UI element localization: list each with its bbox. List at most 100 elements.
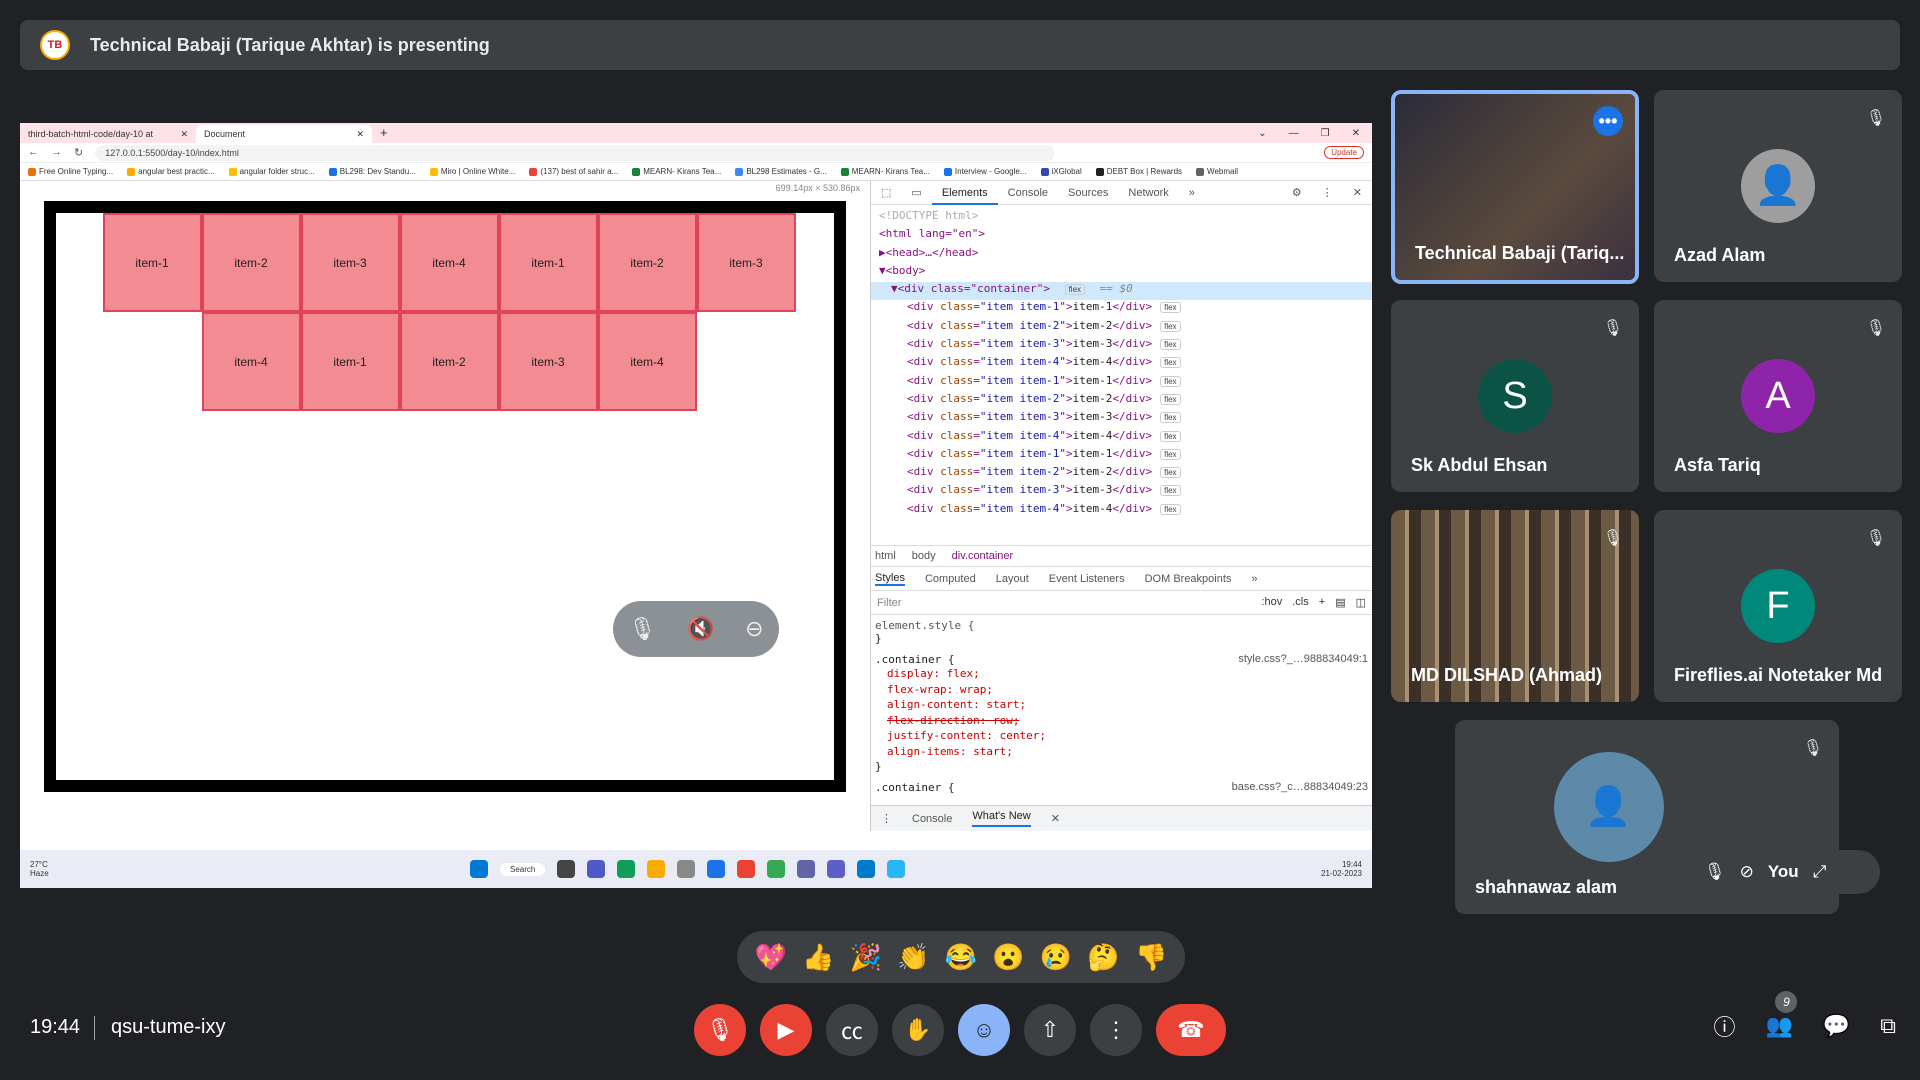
flex-badge[interactable]: flex (1160, 393, 1181, 405)
bookmark-item[interactable]: iXGlobal (1040, 167, 1082, 176)
raise-hand-button[interactable]: ✋ (892, 1004, 944, 1056)
bookmark-item[interactable]: MEARN- Kirans Tea... (840, 167, 930, 176)
css-property[interactable]: display: flex; (875, 666, 1368, 682)
more-tabs[interactable]: » (1251, 573, 1257, 585)
more-options-button[interactable]: ••• (1593, 106, 1623, 136)
crumb-container[interactable]: div.container (952, 550, 1014, 562)
css-property[interactable]: align-content: start; (875, 697, 1368, 713)
dom-child-node[interactable]: <div class="item item-1">item-1</div> fle… (879, 447, 1372, 465)
bookmark-item[interactable]: BL298: Dev Standu... (328, 167, 416, 176)
meeting-code[interactable]: qsu-tume-ixy (111, 1016, 225, 1039)
crumb-body[interactable]: body (912, 550, 936, 562)
filter-input[interactable]: Filter (877, 597, 901, 609)
css-property[interactable]: align-items: start; (875, 744, 1368, 760)
tab-computed[interactable]: Computed (925, 573, 976, 585)
camera-toggle-button[interactable]: ▶ (760, 1004, 812, 1056)
flex-badge[interactable]: flex (1160, 320, 1181, 332)
flex-badge[interactable]: flex (1160, 412, 1181, 424)
minimize-icon[interactable]: — (1289, 128, 1299, 139)
flex-badge[interactable]: flex (1160, 485, 1181, 497)
flex-badge[interactable]: flex (1160, 503, 1181, 515)
css-property[interactable]: justify-content: center; (875, 728, 1368, 744)
close-icon[interactable]: ✕ (356, 129, 364, 140)
dom-body[interactable]: ▼<body> (879, 264, 1372, 282)
vscode-icon[interactable] (857, 860, 876, 878)
bookmark-item[interactable]: (137) best of sahir a... (529, 167, 618, 176)
chrome-dev-icon[interactable] (767, 860, 786, 878)
flex-badge[interactable]: flex (1160, 357, 1181, 369)
captions-button[interactable]: ㏄ (826, 1004, 878, 1056)
dom-child-node[interactable]: <div class="item item-1">item-1</div> fle… (879, 300, 1372, 318)
mail-icon[interactable] (707, 860, 726, 878)
reaction-sad[interactable]: 😢 (1040, 942, 1072, 973)
dom-child-node[interactable]: <div class="item item-2">item-2</div> fle… (879, 392, 1372, 410)
forward-icon[interactable]: → (51, 146, 62, 159)
mic-toggle-button[interactable]: 🎙 (694, 1004, 746, 1056)
info-icon[interactable]: ⓘ (1713, 1010, 1735, 1042)
tab-styles[interactable]: Styles (875, 572, 905, 586)
rule-source-link[interactable]: style.css?_…988834049:1 (1238, 653, 1368, 665)
taskbar-clock[interactable]: 19:44 21-02-2023 (1321, 860, 1362, 878)
chat-icon[interactable] (587, 860, 606, 878)
flex-badge[interactable]: flex (1160, 339, 1181, 351)
file-explorer-icon[interactable] (647, 860, 666, 878)
back-icon[interactable]: ← (28, 146, 39, 159)
bookmark-item[interactable]: BL298 Estimates - G... (735, 167, 827, 176)
dom-container[interactable]: ▼<div class="container"> flex == $0 (871, 282, 1372, 301)
browser-tab-document[interactable]: Document ✕ (196, 125, 372, 143)
bookmark-item[interactable]: angular best practic... (127, 167, 215, 176)
close-icon[interactable]: ✕ (1352, 128, 1360, 139)
mic-off-icon[interactable]: 🎙 (628, 616, 656, 642)
reactions-button[interactable]: ☺ (958, 1004, 1010, 1056)
reaction-laugh[interactable]: 😂 (945, 942, 977, 973)
participant-tile[interactable]: 🎙 S Sk Abdul Ehsan (1391, 300, 1639, 492)
cls-toggle[interactable]: .cls (1292, 596, 1309, 609)
present-button[interactable]: ⇧ (1024, 1004, 1076, 1056)
tab-event-listeners[interactable]: Event Listeners (1049, 573, 1125, 585)
close-icon[interactable]: ✕ (1051, 812, 1060, 825)
taskbar-search[interactable]: Search (500, 862, 546, 876)
dom-child-node[interactable]: <div class="item item-3">item-3</div> fle… (879, 483, 1372, 501)
chrome-icon[interactable] (737, 860, 756, 878)
bookmark-item[interactable]: Webmail (1196, 167, 1238, 176)
chevron-down-icon[interactable]: ⌄ (1258, 128, 1266, 139)
tab-console[interactable]: Console (998, 181, 1058, 205)
dom-child-node[interactable]: <div class="item item-2">item-2</div> fle… (879, 319, 1372, 337)
close-icon[interactable]: ✕ (180, 129, 188, 140)
volume-off-icon[interactable]: 🔇 (687, 616, 714, 642)
dom-child-node[interactable]: <div class="item item-4">item-4</div> fle… (879, 355, 1372, 373)
participant-tile[interactable]: 🎙 👤 Azad Alam (1654, 90, 1902, 282)
close-icon[interactable]: ✕ (1343, 181, 1372, 205)
dom-child-node[interactable]: <div class="item item-1">item-1</div> fle… (879, 374, 1372, 392)
leave-call-button[interactable]: ☎ (1156, 1004, 1226, 1056)
reaction-thumbs-down[interactable]: 👎 (1135, 942, 1167, 973)
activities-icon[interactable]: ⧉ (1880, 1013, 1896, 1039)
store-icon[interactable] (677, 860, 696, 878)
participant-tile[interactable]: ••• Technical Babaji (Tariq... (1391, 90, 1639, 284)
plus-icon[interactable]: + (1319, 596, 1325, 609)
dom-child-node[interactable]: <div class="item item-3">item-3</div> fle… (879, 337, 1372, 355)
update-button[interactable]: Update (1324, 146, 1364, 159)
dom-child-node[interactable]: <div class="item item-3">item-3</div> fle… (879, 410, 1372, 428)
participant-tile[interactable]: 🎙 F Fireflies.ai Notetaker Md (1654, 510, 1902, 702)
camera-off-icon[interactable]: ⊘ (1740, 862, 1754, 882)
bookmark-item[interactable]: DEBT Box | Rewards (1095, 167, 1182, 176)
teams-work-icon[interactable] (827, 860, 846, 878)
flex-badge[interactable]: flex (1160, 375, 1181, 387)
teams-icon[interactable] (797, 860, 816, 878)
hov-toggle[interactable]: :hov (1261, 596, 1282, 609)
device-toggle-icon[interactable]: ▭ (901, 181, 931, 205)
dom-html[interactable]: <html lang="en"> (879, 227, 1372, 245)
tab-dom-breakpoints[interactable]: DOM Breakpoints (1145, 573, 1232, 585)
crumb-html[interactable]: html (875, 550, 896, 562)
bookmark-item[interactable]: Free Online Typing... (28, 167, 113, 176)
css-property[interactable]: flex-wrap: wrap; (875, 682, 1368, 698)
dom-child-node[interactable]: <div class="item item-4">item-4</div> fle… (879, 502, 1372, 520)
mic-off-icon[interactable]: 🎙 (1704, 862, 1726, 882)
maximize-icon[interactable]: ❐ (1321, 128, 1330, 139)
app-icon[interactable] (887, 860, 906, 878)
css-property-disabled[interactable]: flex-direction: row; (875, 713, 1368, 729)
tab-elements[interactable]: Elements (931, 181, 998, 205)
windows-start-icon[interactable] (470, 860, 488, 878)
more-tabs[interactable]: » (1179, 181, 1205, 205)
